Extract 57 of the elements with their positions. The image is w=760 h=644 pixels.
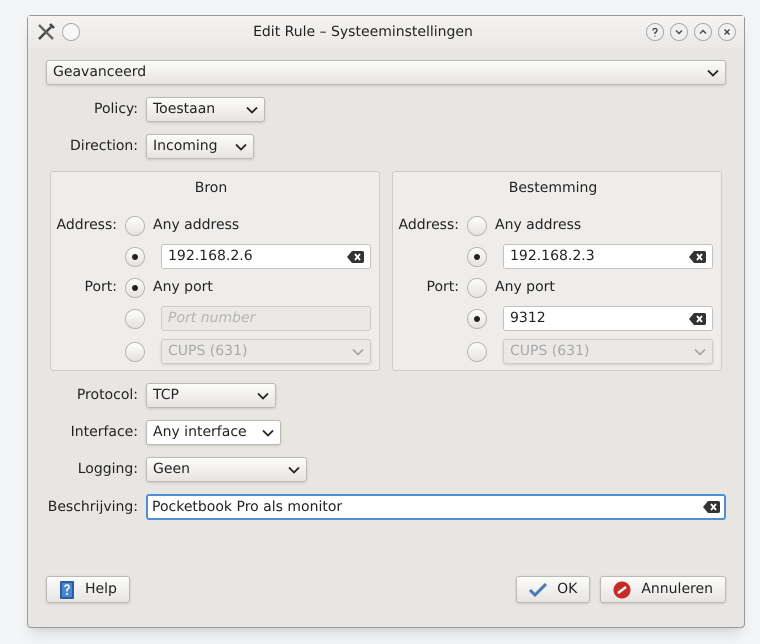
option-label: Any address	[495, 216, 582, 235]
radio-button[interactable]	[467, 246, 487, 266]
radio-button[interactable]	[125, 246, 145, 266]
option-label: Any port	[495, 278, 555, 297]
clear-icon[interactable]	[689, 250, 706, 262]
clear-icon[interactable]	[703, 501, 720, 513]
field-label: Port:	[426, 278, 459, 297]
cancel-button[interactable]: Annuleren	[600, 576, 726, 603]
dropdown[interactable]: Incoming	[146, 134, 254, 159]
input-field[interactable]: 192.168.2.6	[161, 244, 371, 269]
field-label: Direction:	[69, 137, 138, 156]
chevron-down-icon	[235, 142, 247, 150]
group-title: Bestemming	[508, 179, 598, 198]
input-field[interactable]: 9312	[503, 306, 713, 331]
chevron-down-icon	[694, 348, 706, 356]
field-label: Address:	[56, 216, 117, 235]
close-icon[interactable]	[718, 23, 736, 41]
chevron-down-icon	[246, 106, 258, 114]
help-button[interactable]: Help	[46, 576, 130, 603]
option-label: Any port	[153, 278, 213, 297]
field-label: Port:	[84, 278, 117, 297]
chevron-down-icon	[707, 68, 719, 76]
chevron-down-icon	[262, 428, 274, 436]
checkmark-icon	[529, 582, 548, 596]
radio-button[interactable]	[125, 216, 145, 236]
cancel-icon	[613, 580, 632, 598]
field-label: Interface:	[70, 423, 138, 442]
radio-button[interactable]	[467, 308, 487, 328]
field-label: Beschrijving:	[46, 498, 138, 516]
radio-button[interactable]	[467, 278, 487, 298]
input-field[interactable]: 192.168.2.3	[503, 244, 713, 269]
field-label: Logging:	[76, 460, 138, 479]
chevron-down-icon	[288, 466, 300, 474]
chevron-down-icon	[352, 348, 364, 356]
window-title: Edit Rule – Systeeminstellingen	[252, 22, 474, 42]
dropdown[interactable]: Geen	[146, 457, 307, 482]
dropdown[interactable]: Toestaan	[146, 97, 265, 122]
help-book-icon	[59, 580, 75, 598]
field-label: Protocol:	[76, 386, 138, 405]
dropdown[interactable]: TCP	[146, 383, 276, 408]
radio-button[interactable]	[467, 216, 487, 236]
field-label: Address:	[398, 216, 459, 235]
help-icon[interactable]	[646, 23, 664, 41]
ok-button[interactable]: OK	[516, 576, 590, 603]
clear-icon[interactable]	[347, 250, 364, 262]
description-field[interactable]: Pocketbook Pro als monitor	[146, 494, 726, 520]
minimize-icon[interactable]	[670, 23, 688, 41]
maximize-icon[interactable]	[694, 23, 712, 41]
tools-icon[interactable]	[36, 22, 56, 42]
option-label: Any address	[153, 216, 240, 235]
dropdown[interactable]: Any interface	[146, 420, 281, 445]
dropdown[interactable]: Geavanceerd	[46, 60, 726, 85]
field-label: Policy:	[93, 100, 138, 119]
radio-button[interactable]	[125, 278, 145, 298]
clear-icon[interactable]	[689, 312, 706, 324]
chevron-down-icon	[257, 392, 269, 400]
group-title: Bron	[194, 179, 228, 198]
